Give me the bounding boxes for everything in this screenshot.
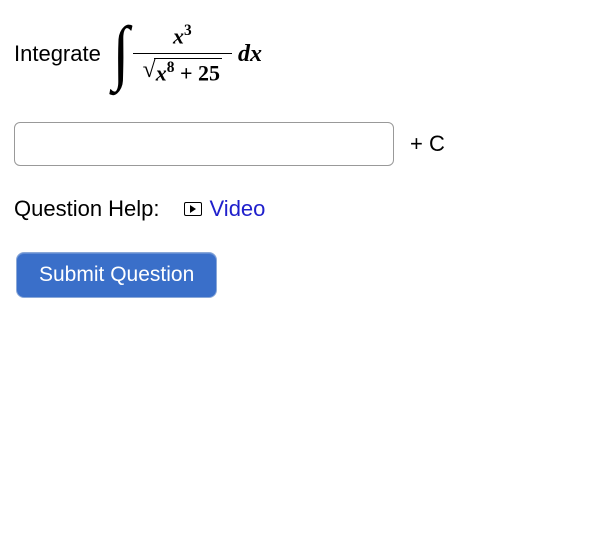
differential: dx xyxy=(238,41,262,68)
video-link-text: Video xyxy=(210,196,266,222)
sqrt-icon: √ xyxy=(143,57,156,84)
submit-button-label: Submit Question xyxy=(39,263,194,286)
plus-c-label: + C xyxy=(410,131,445,157)
fraction: x3 √ x8 + 25 xyxy=(133,22,232,87)
radicand: x8 + 25 xyxy=(154,58,222,86)
help-label: Question Help: xyxy=(14,196,160,222)
integral-expression: ∫ x3 √ x8 + 25 dx xyxy=(111,18,262,90)
submit-button[interactable]: Submit Question xyxy=(16,252,217,298)
video-link[interactable]: Video xyxy=(184,196,266,222)
integral-sign-icon: ∫ xyxy=(112,16,129,88)
numerator: x3 xyxy=(163,22,202,53)
video-icon xyxy=(184,202,202,216)
answer-input[interactable] xyxy=(14,122,394,166)
help-row: Question Help: Video xyxy=(14,196,592,222)
instruction-text: Integrate xyxy=(14,41,101,67)
denominator: √ x8 + 25 xyxy=(133,53,232,86)
question-row: Integrate ∫ x3 √ x8 + 25 dx xyxy=(14,18,592,90)
answer-row: + C xyxy=(14,122,592,166)
